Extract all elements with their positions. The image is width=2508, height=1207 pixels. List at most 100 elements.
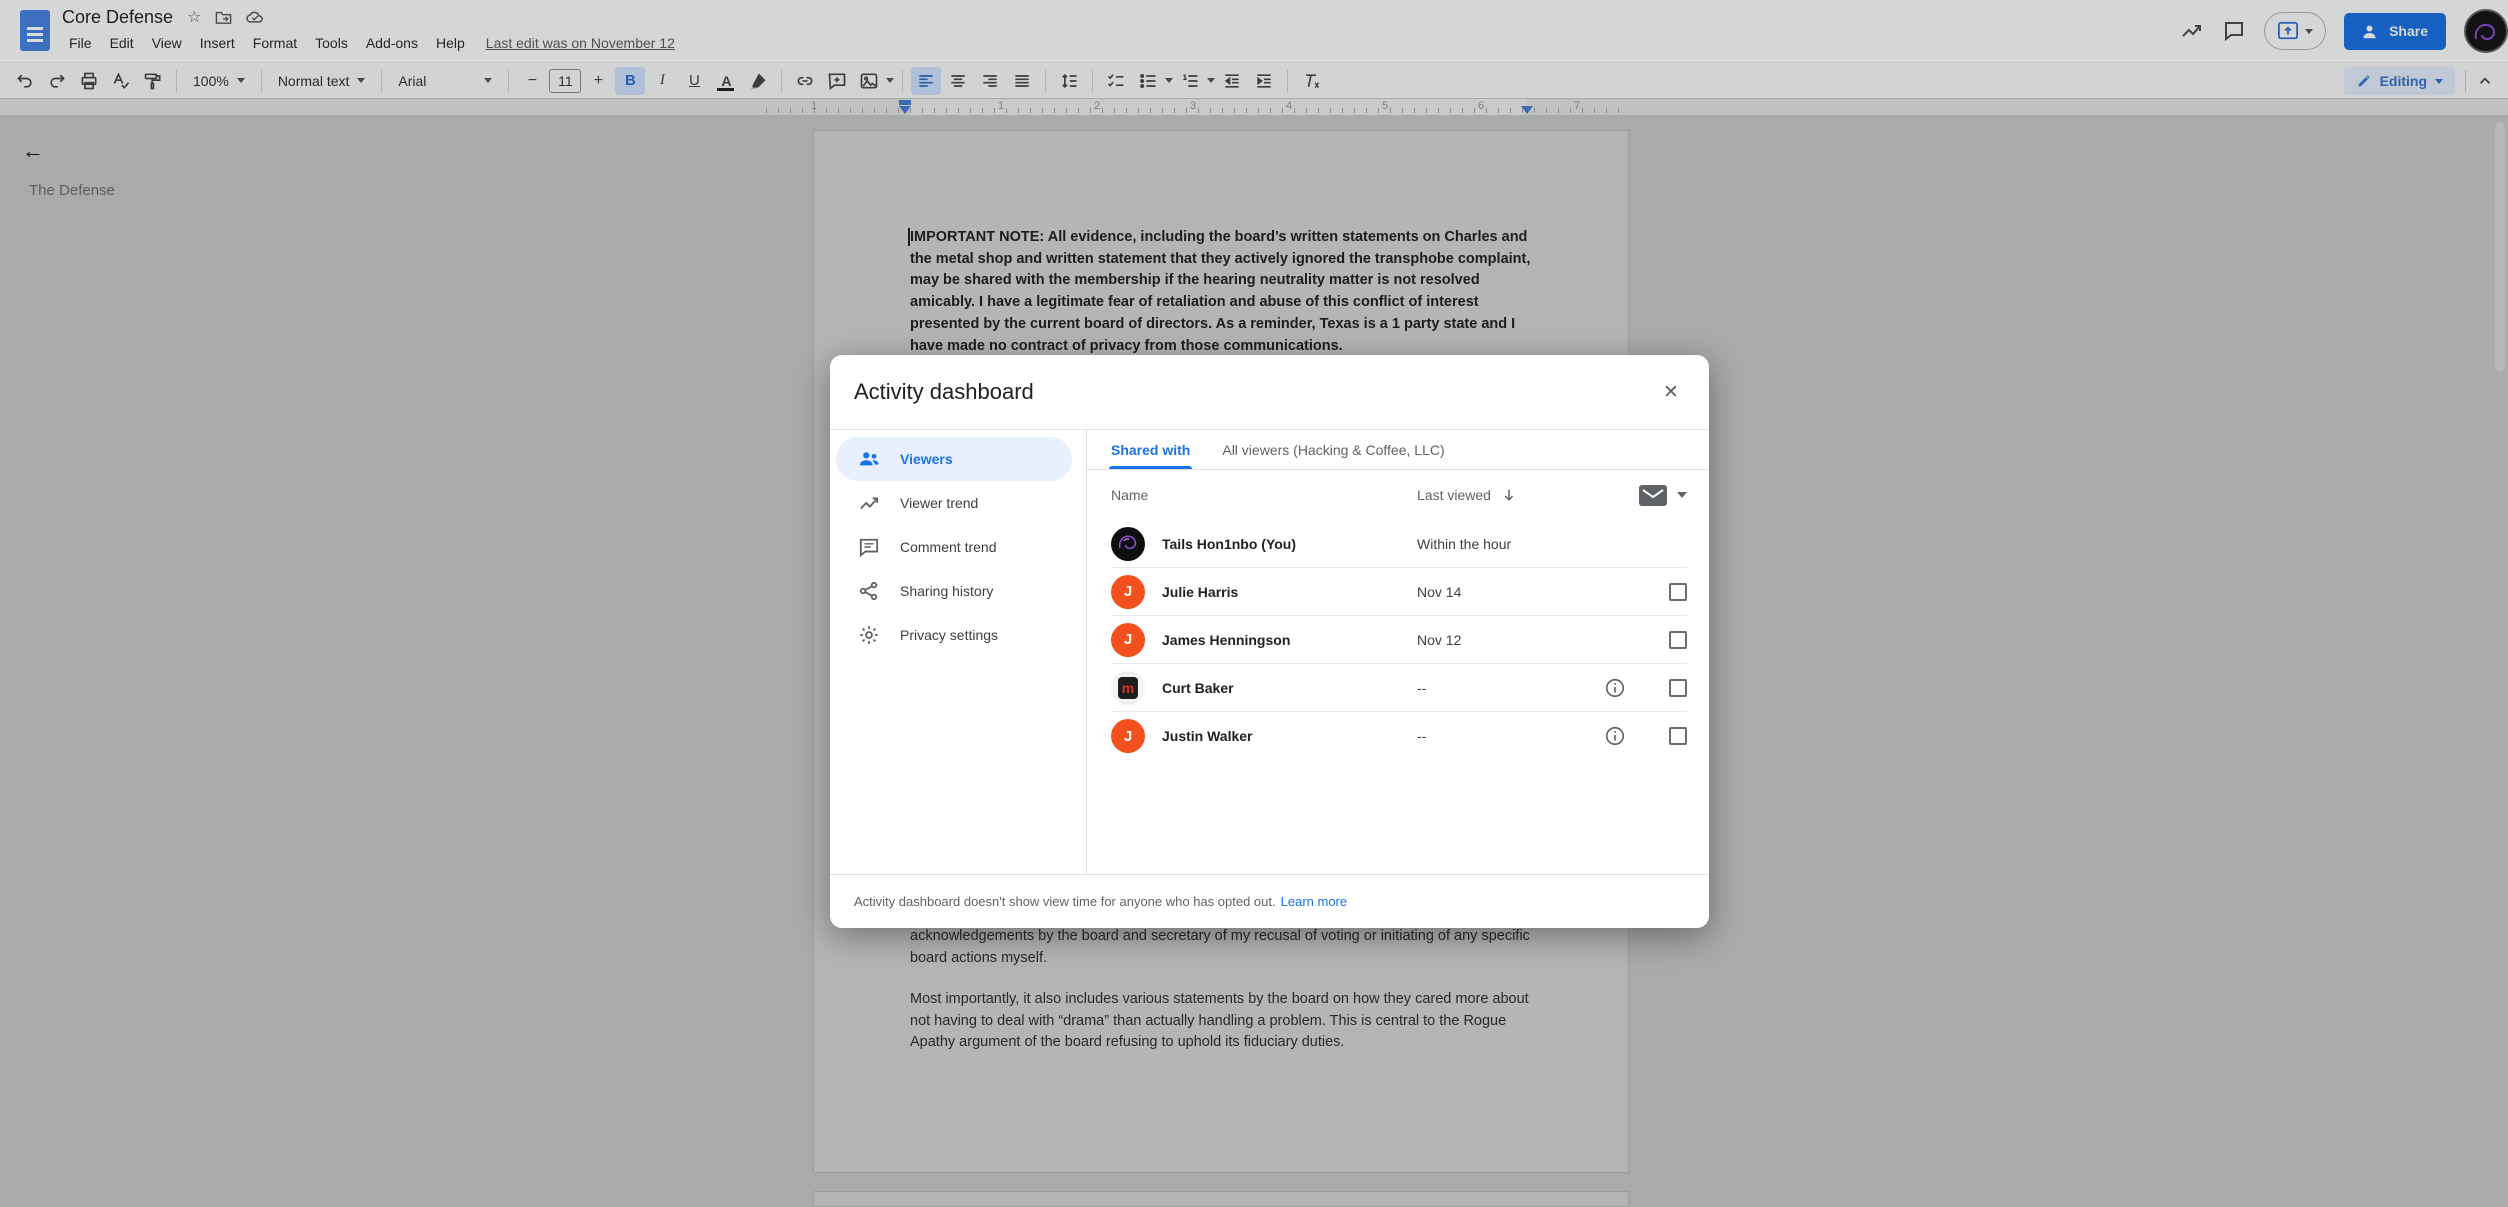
last-edit-link[interactable]: Last edit was on November 12 [486,35,675,51]
first-line-indent-marker[interactable] [899,100,911,105]
font-size-increase-button[interactable]: + [583,67,613,95]
checklist-button[interactable] [1101,67,1131,95]
viewer-row-curt[interactable]: m Curt Baker -- [1111,664,1687,712]
info-icon-curt[interactable] [1604,677,1626,699]
bold-button[interactable]: B [615,67,645,95]
checkbox-curt[interactable] [1669,679,1687,697]
menu-addons[interactable]: Add-ons [359,32,425,54]
avatar-tails [1111,527,1145,561]
cloud-status-icon[interactable] [246,10,264,24]
document-paragraph-most-importantly[interactable]: Most importantly, it also includes vario… [910,989,1534,1054]
align-left-button[interactable] [911,67,941,95]
print-button[interactable] [74,67,104,95]
menu-file[interactable]: File [62,32,99,54]
learn-more-link[interactable]: Learn more [1281,894,1347,909]
share-button[interactable]: Share [2344,13,2446,50]
menu-help[interactable]: Help [429,32,472,54]
left-indent-marker[interactable] [899,106,911,114]
bulleted-list-caret[interactable] [1165,78,1173,83]
share-icon [858,581,880,601]
move-folder-icon[interactable] [215,10,232,25]
tab-all-viewers[interactable]: All viewers (Hacking & Coffee, LLC) [1222,430,1444,469]
insert-link-button[interactable] [790,67,820,95]
italic-button[interactable]: I [647,67,677,95]
sidebar-item-comment-trend[interactable]: Comment trend [836,525,1072,569]
paint-format-button[interactable] [138,67,168,95]
activity-trend-icon[interactable] [2180,19,2204,43]
tab-shared-with[interactable]: Shared with [1111,430,1190,469]
sidebar-item-sharing-history[interactable]: Sharing history [836,569,1072,613]
checkbox-julie[interactable] [1669,583,1687,601]
present-button[interactable] [2264,12,2326,50]
mode-select[interactable]: Editing [2344,67,2455,95]
increase-indent-button[interactable] [1249,67,1279,95]
line-spacing-button[interactable] [1054,67,1084,95]
document-title[interactable]: Core Defense [62,7,173,28]
avatar-curt: m [1111,671,1145,705]
email-dropdown-caret[interactable] [1677,492,1687,498]
insert-image-button[interactable] [854,67,884,95]
sidebar-item-viewer-trend[interactable]: Viewer trend [836,481,1072,525]
person-icon [2362,23,2380,40]
comments-icon[interactable] [2222,19,2246,43]
zoom-select[interactable]: 100% [185,67,253,95]
close-outline-arrow-icon[interactable]: ← [22,138,44,164]
align-right-button[interactable] [975,67,1005,95]
star-icon[interactable]: ☆ [187,7,201,27]
trend-icon [858,493,880,513]
sidebar-item-viewers[interactable]: Viewers [836,437,1072,481]
account-avatar[interactable] [2464,9,2508,53]
paragraph-style-select[interactable]: Normal text [270,67,374,95]
insert-image-caret[interactable] [886,78,894,83]
viewer-row-julie[interactable]: J Julie Harris Nov 14 [1111,568,1687,616]
bulleted-list-button[interactable] [1133,67,1163,95]
menu-format[interactable]: Format [246,32,304,54]
viewer-row-justin[interactable]: J Justin Walker -- [1111,712,1687,760]
undo-button[interactable] [10,67,40,95]
dialog-title: Activity dashboard [854,379,1034,405]
docs-logo-icon[interactable] [20,10,50,51]
checkbox-justin[interactable] [1669,727,1687,745]
numbered-list-caret[interactable] [1207,78,1215,83]
spellcheck-button[interactable] [106,67,136,95]
menu-insert[interactable]: Insert [193,32,242,54]
highlight-color-button[interactable] [743,67,773,95]
underline-button[interactable]: U [679,67,709,95]
menu-bar: File Edit View Insert Format Tools Add-o… [62,32,675,54]
column-last-viewed[interactable]: Last viewed [1417,487,1567,503]
dialog-footer: Activity dashboard doesn't show view tim… [830,874,1709,927]
email-viewers-icon[interactable] [1639,485,1667,506]
app-header: Core Defense ☆ File Edit View Insert For… [0,0,2508,62]
redo-button[interactable] [42,67,72,95]
checkbox-james[interactable] [1669,631,1687,649]
document-paragraph-acknowledgements[interactable]: acknowledgements by the board and secret… [910,926,1534,969]
viewer-row-james[interactable]: J James Henningson Nov 12 [1111,616,1687,664]
text-color-button[interactable]: A [711,67,741,95]
menu-tools[interactable]: Tools [308,32,355,54]
window-scrollbar[interactable] [2495,122,2505,372]
clear-formatting-button[interactable] [1296,67,1326,95]
collapse-toolbar-icon[interactable] [2476,72,2494,90]
present-dropdown-caret[interactable] [2305,29,2313,34]
comment-icon [858,537,880,557]
font-size-input[interactable] [549,69,581,93]
document-page-2[interactable] [813,1191,1629,1207]
menu-edit[interactable]: Edit [103,32,141,54]
align-justify-button[interactable] [1007,67,1037,95]
sidebar-item-privacy-settings[interactable]: Privacy settings [836,613,1072,657]
sort-descending-icon [1501,487,1517,503]
document-paragraph-important-note[interactable]: IMPORTANT NOTE: All evidence, including … [910,227,1534,357]
outline-document-title[interactable]: The Defense [29,182,115,199]
info-icon-justin[interactable] [1604,725,1626,747]
viewer-row-tails[interactable]: Tails Hon1nbo (You) Within the hour [1111,520,1687,568]
menu-view[interactable]: View [145,32,189,54]
column-name[interactable]: Name [1111,487,1417,503]
font-select[interactable]: Arial [390,67,500,95]
decrease-indent-button[interactable] [1217,67,1247,95]
numbered-list-button[interactable] [1175,67,1205,95]
close-dialog-button[interactable]: ✕ [1657,378,1685,406]
font-size-decrease-button[interactable]: − [517,67,547,95]
right-indent-marker[interactable] [1521,106,1533,114]
add-comment-button[interactable] [822,67,852,95]
align-center-button[interactable] [943,67,973,95]
